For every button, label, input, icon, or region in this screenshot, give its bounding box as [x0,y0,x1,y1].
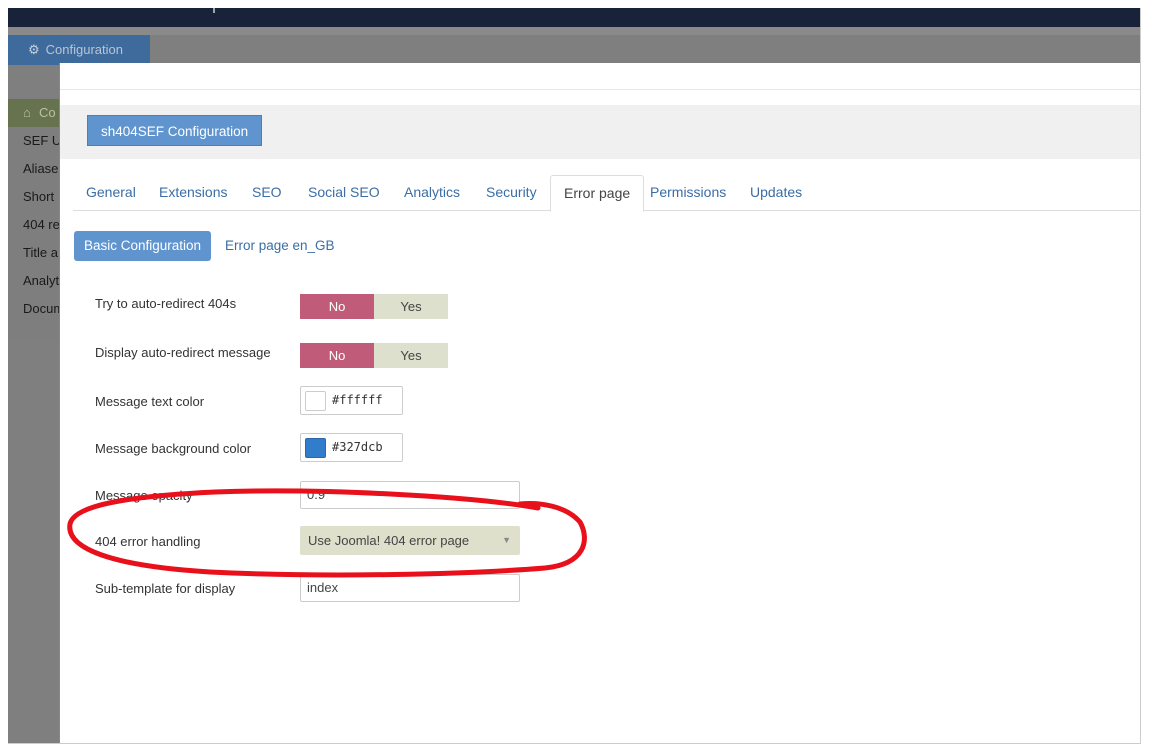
admin-topbar [8,8,1140,27]
display-message-no-button[interactable]: No [300,343,374,368]
opacity-label: Message opacity [95,488,193,503]
side-item-label: Docum [23,301,65,316]
caret-down-icon: ▼ [502,535,511,545]
text-color-swatch[interactable] [305,391,326,411]
tab-permissions[interactable]: Permissions [637,175,739,211]
display-message-yes-button[interactable]: Yes [374,343,448,368]
bg-color-label: Message background color [95,441,252,456]
tab-social-seo[interactable]: Social SEO [295,175,393,211]
error-handling-select[interactable]: Use Joomla! 404 error page ▼ [300,526,520,555]
error-handling-value: Use Joomla! 404 error page [308,533,470,548]
text-color-label: Message text color [95,394,205,409]
configuration-tab-label: Configuration [45,42,123,57]
subtemplate-label: Sub-template for display [95,581,236,596]
auto-redirect-toggle: No Yes [300,294,448,319]
tab-updates[interactable]: Updates [737,175,815,211]
tab-security[interactable]: Security [473,175,550,211]
side-item-label: Title a [23,245,58,260]
configuration-modal: sh404SEF Configuration General Extension… [59,63,1140,743]
side-item-label: Analyt [23,273,60,288]
bg-color-swatch[interactable] [305,438,326,458]
auto-redirect-no-button[interactable]: No [300,294,374,319]
subtab-error-page-en-gb[interactable]: Error page en_GB [225,231,335,261]
side-item-label: Co [39,105,56,120]
config-tabs: General Extensions SEO Social SEO Analyt… [73,175,1140,212]
side-item-label: Aliase [23,161,59,176]
background-strip [8,27,1140,35]
tab-error-page[interactable]: Error page [550,175,645,212]
error-handling-label: 404 error handling [95,534,201,549]
display-message-label: Display auto-redirect message [95,345,271,360]
modal-header: sh404SEF Configuration [60,105,1140,159]
gear-icon: ⚙ [28,42,40,57]
modal-top-bar [60,63,1140,90]
side-item-label: Short [23,189,55,204]
side-item-label: 404 re [23,217,60,232]
screenshot-frame: ⚙ Configuration ⌂ Co SEF U Aliase Short 40… [8,8,1141,744]
bg-color-picker[interactable]: #327dcb [300,433,403,462]
subtemplate-input[interactable]: index [300,574,520,602]
display-message-toggle: No Yes [300,343,448,368]
sh404sef-configuration-button[interactable]: sh404SEF Configuration [87,115,263,146]
tab-seo[interactable]: SEO [239,175,295,211]
subtab-basic-configuration[interactable]: Basic Configuration [74,231,211,261]
home-icon: ⌂ [23,105,31,120]
text-color-value: #ffffff [332,393,383,407]
auto-redirect-label: Try to auto-redirect 404s [95,296,237,311]
tab-extensions[interactable]: Extensions [146,175,240,211]
side-item-label: SEF U [23,133,62,148]
opacity-input[interactable]: 0.9 [300,481,520,509]
text-color-picker[interactable]: #ffffff [300,386,403,415]
auto-redirect-yes-button[interactable]: Yes [374,294,448,319]
tab-analytics[interactable]: Analytics [391,175,473,211]
bg-color-value: #327dcb [332,440,383,454]
configuration-tab[interactable]: ⚙ Configuration [8,35,150,65]
topbar-tick [213,8,215,13]
tab-general[interactable]: General [73,175,149,211]
